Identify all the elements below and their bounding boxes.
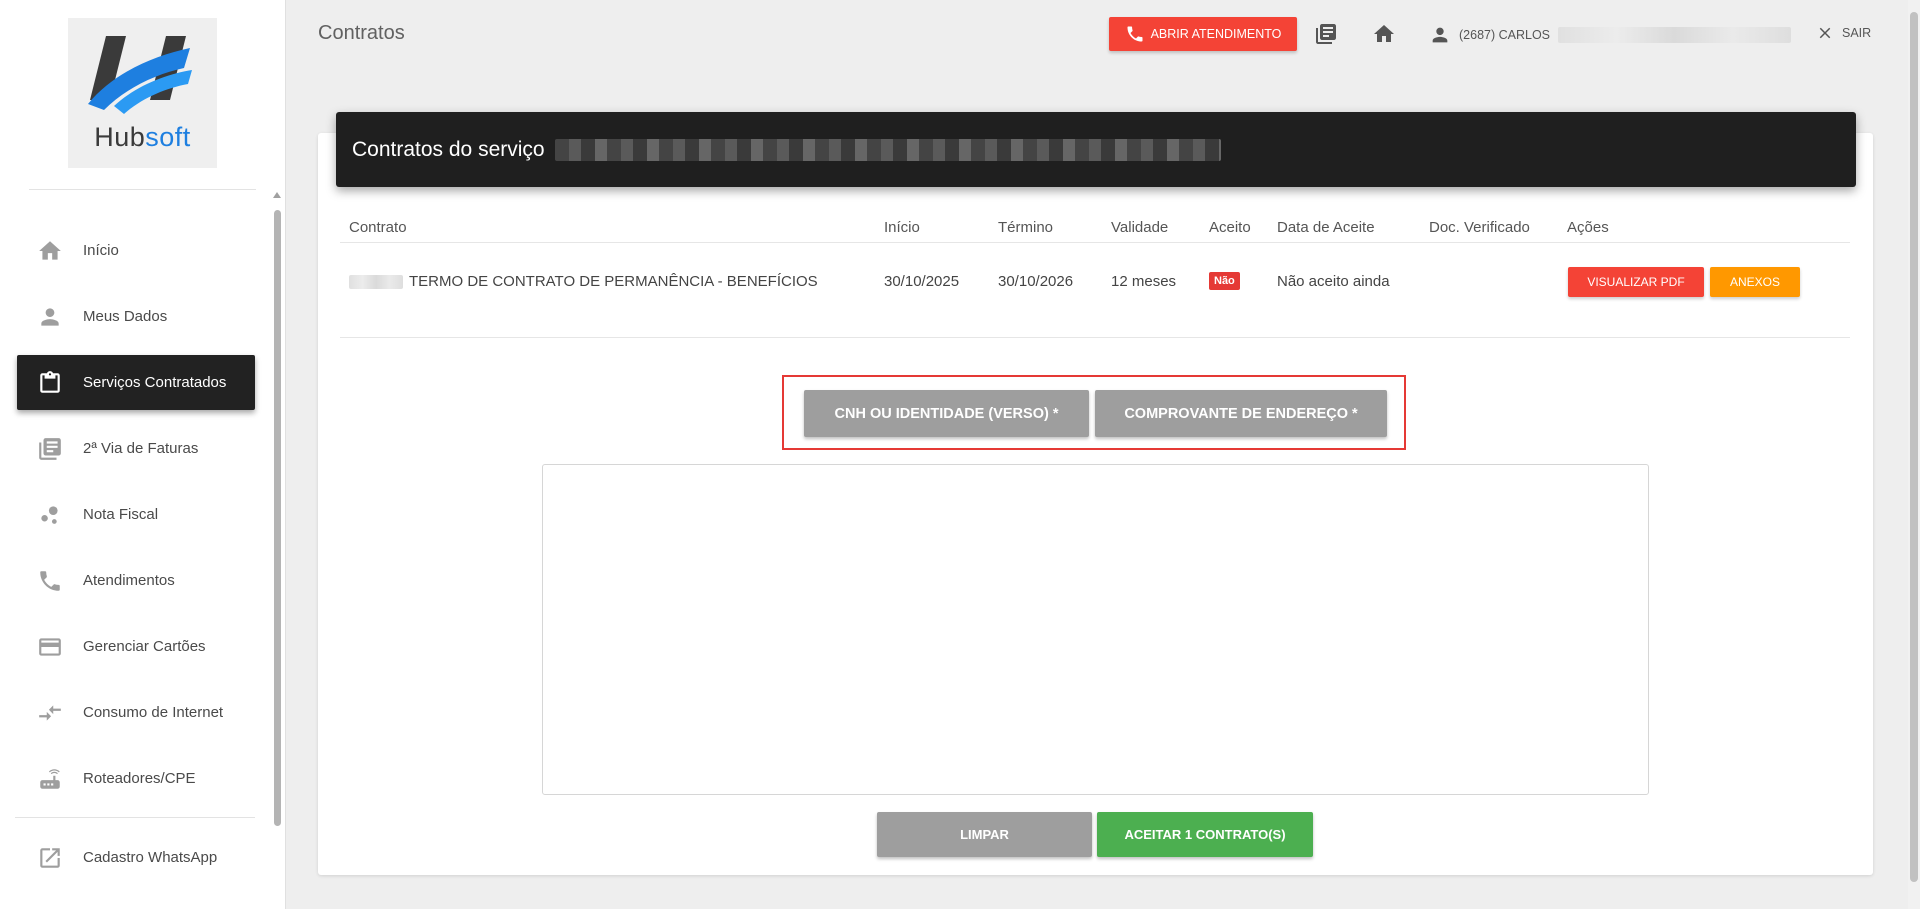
- sidebar-item-roteadores[interactable]: Roteadores/CPE: [17, 751, 255, 806]
- contract-validity: 12 meses: [1111, 273, 1177, 290]
- sidebar-item-meus-dados[interactable]: Meus Dados: [17, 289, 255, 344]
- column-header: Doc. Verificado: [1429, 219, 1530, 236]
- redacted-service-name: [554, 138, 1221, 161]
- status-badge: Não: [1209, 272, 1240, 290]
- table-header: Contrato Início Término Validade Aceito …: [340, 217, 1850, 243]
- person-icon: [17, 304, 83, 330]
- sidebar-item-label: Serviços Contratados: [83, 374, 227, 391]
- invoices-icon: [17, 436, 83, 462]
- sidebar-divider: [15, 817, 255, 818]
- sidebar-item-label: Atendimentos: [83, 572, 175, 589]
- invoices-icon: [1316, 24, 1336, 44]
- sidebar-item-cartoes[interactable]: Gerenciar Cartões: [17, 619, 255, 674]
- sidebar-item-label: Roteadores/CPE: [83, 770, 196, 787]
- home-icon: [17, 238, 83, 264]
- accept-contracts-button[interactable]: ACEITAR 1 CONTRATO(S): [1097, 812, 1313, 857]
- redacted-user-name: [1558, 27, 1792, 43]
- credit-card-icon: [17, 634, 83, 660]
- person-icon: [1432, 27, 1448, 43]
- sidebar-divider: [29, 189, 256, 190]
- sidebar-item-label: Meus Dados: [83, 308, 168, 325]
- sidebar: Hubsoft Início Meus Dados Serviços Contr…: [0, 0, 286, 909]
- sidebar-item-label: Início: [83, 242, 119, 259]
- router-icon: [17, 766, 83, 792]
- sidebar-item-consumo[interactable]: Consumo de Internet: [17, 685, 255, 740]
- sidebar-item-nota-fiscal[interactable]: Nota Fiscal: [17, 487, 255, 542]
- user-label: (2687) CARLOS: [1459, 28, 1551, 42]
- sidebar-item-whatsapp[interactable]: Cadastro WhatsApp: [17, 830, 255, 885]
- arrows-icon: [17, 700, 83, 726]
- column-header: Contrato: [349, 219, 407, 236]
- sidebar-item-label: Gerenciar Cartões: [83, 638, 206, 655]
- column-header: Validade: [1111, 219, 1169, 236]
- id-back-upload-button[interactable]: CNH OU IDENTIDADE (VERSO) *: [804, 390, 1089, 437]
- logout-button[interactable]: SAIR: [1816, 24, 1871, 42]
- card-title: Contratos do serviço: [352, 137, 545, 161]
- sidebar-item-label: Cadastro WhatsApp: [83, 849, 218, 866]
- column-header: Aceito: [1209, 219, 1251, 236]
- hubsoft-logo[interactable]: Hubsoft: [68, 18, 217, 168]
- sidebar-item-atendimentos[interactable]: Atendimentos: [17, 553, 255, 608]
- contract-start: 30/10/2025: [884, 273, 960, 290]
- clipboard-icon: [17, 370, 83, 396]
- page-title: Contratos: [318, 22, 405, 44]
- phone-icon: [1127, 26, 1143, 42]
- sidebar-item-label: Consumo de Internet: [83, 704, 224, 721]
- page-scrollbar[interactable]: [1910, 12, 1918, 882]
- sidebar-scrollbar[interactable]: [274, 210, 281, 826]
- sidebar-item-label: 2ª Via de Faturas: [83, 440, 199, 457]
- open-ticket-button[interactable]: ABRIR ATENDIMENTO: [1109, 17, 1297, 51]
- column-header: Ações: [1567, 219, 1609, 236]
- address-proof-upload-button[interactable]: COMPROVANTE DE ENDEREÇO *: [1095, 390, 1387, 437]
- table-row: TERMO DE CONTRATO DE PERMANÊNCIA - BENEF…: [340, 243, 1850, 338]
- column-header: Término: [998, 219, 1054, 236]
- bubbles-icon: [17, 502, 83, 528]
- sidebar-item-inicio[interactable]: Início: [17, 223, 255, 278]
- phone-icon: [17, 568, 83, 594]
- home-icon: [1374, 25, 1394, 42]
- card-header: Contratos do serviço: [336, 112, 1856, 187]
- sidebar-item-servicos-contratados[interactable]: Serviços Contratados: [17, 355, 255, 410]
- sidebar-item-label: Nota Fiscal: [83, 506, 159, 523]
- view-pdf-button[interactable]: VISUALIZAR PDF: [1568, 267, 1704, 297]
- close-icon: [1819, 27, 1831, 39]
- user-menu[interactable]: (2687) CARLOS: [1429, 22, 1792, 48]
- sidebar-item-faturas[interactable]: 2ª Via de Faturas: [17, 421, 255, 476]
- redacted-contract-id: [349, 275, 403, 289]
- open-ticket-label: ABRIR ATENDIMENTO: [1150, 27, 1282, 41]
- external-link-icon: [17, 845, 83, 871]
- invoices-shortcut[interactable]: [1314, 22, 1340, 48]
- clear-button[interactable]: LIMPAR: [877, 812, 1092, 857]
- logout-label: SAIR: [1842, 26, 1872, 40]
- home-shortcut[interactable]: [1372, 22, 1398, 48]
- column-header: Início: [884, 219, 920, 236]
- attachments-button[interactable]: ANEXOS: [1710, 267, 1800, 297]
- sidebar-scroll-up-icon[interactable]: [273, 192, 281, 198]
- document-preview-area[interactable]: [542, 464, 1649, 795]
- contract-end: 30/10/2026: [998, 273, 1074, 290]
- logo-text: Hubsoft: [94, 122, 191, 152]
- accept-date: Não aceito ainda: [1277, 273, 1390, 290]
- contract-name: TERMO DE CONTRATO DE PERMANÊNCIA - BENEF…: [409, 273, 818, 290]
- column-header: Data de Aceite: [1277, 219, 1375, 236]
